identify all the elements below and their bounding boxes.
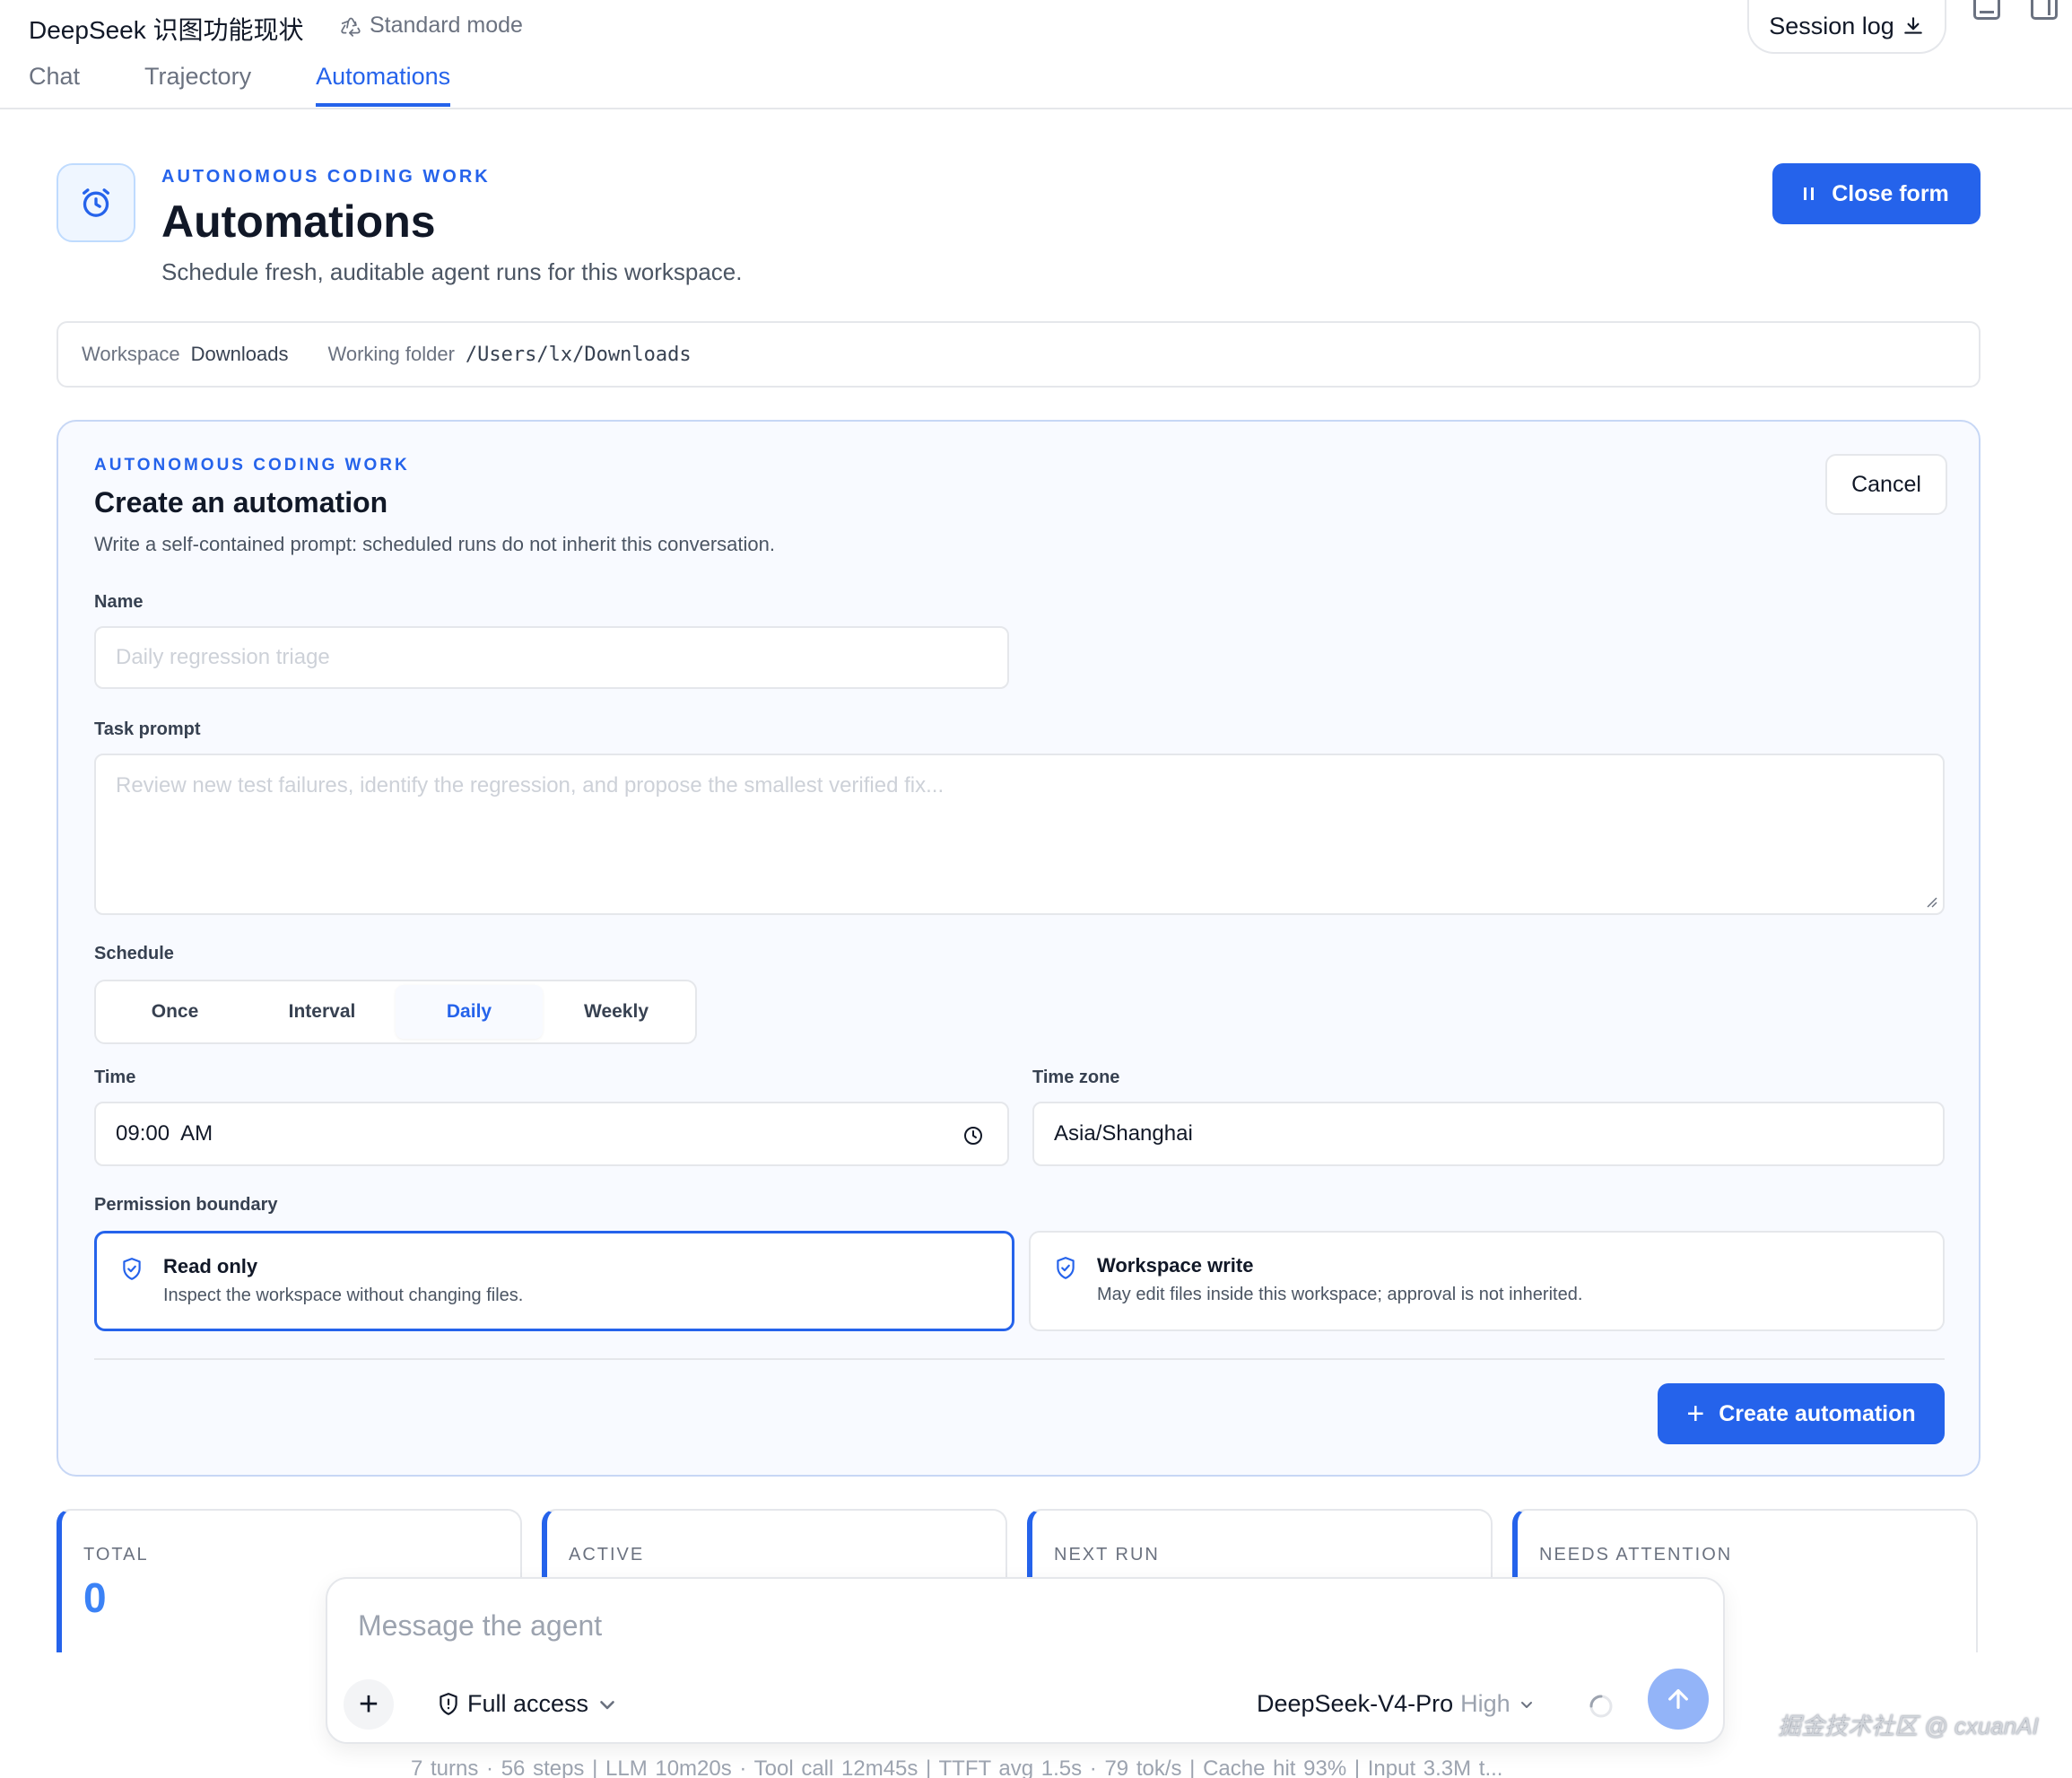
permission-label: Permission boundary (94, 1195, 278, 1215)
form-subtitle: Write a self-contained prompt: scheduled… (94, 533, 775, 555)
shield-check-icon (123, 1258, 141, 1280)
shield-alert-icon (440, 1692, 457, 1715)
access-selector[interactable]: Full access (437, 1690, 619, 1718)
task-prompt-label: Task prompt (94, 719, 201, 739)
loading-spinner-icon (1589, 1695, 1613, 1718)
page-subtitle: Schedule fresh, auditable agent runs for… (161, 258, 743, 285)
attach-button[interactable]: + (344, 1679, 394, 1730)
watermark: 掘金技术社区 @ cxuanAI (1778, 1713, 2039, 1739)
shield-check-icon (1057, 1257, 1075, 1279)
top-bar: DeepSeek 识图功能现状 Standard mode Chat Traje… (0, 0, 2072, 109)
timezone-label: Time zone (1032, 1068, 1120, 1087)
workspace-value: Downloads (190, 343, 289, 365)
form-title: Create an automation (94, 486, 388, 519)
workspace-item: Workspace Downloads (82, 343, 288, 366)
schedule-once[interactable]: Once (101, 985, 248, 1039)
form-divider (94, 1358, 1945, 1360)
mode-indicator[interactable]: Standard mode (339, 13, 523, 39)
timezone-value: Asia/Shanghai (1054, 1121, 1193, 1146)
tab-bar: Chat Trajectory Automations (29, 63, 451, 107)
recycle-icon (341, 17, 361, 37)
permission-workspace-write-title: Workspace write (1097, 1254, 1254, 1277)
resize-grip-icon[interactable] (1925, 895, 1937, 908)
model-name: DeepSeek-V4-Pro (1257, 1690, 1454, 1717)
header-eyebrow: AUTONOMOUS CODING WORK (161, 167, 491, 187)
stat-label: TOTAL (83, 1545, 149, 1564)
arrow-up-icon (1668, 1689, 1688, 1709)
close-form-button[interactable]: Close form (1772, 163, 1981, 224)
model-selector[interactable]: DeepSeek-V4-Pro High (1257, 1690, 1536, 1718)
schedule-daily[interactable]: Daily (396, 985, 543, 1039)
permission-read-only-title: Read only (163, 1255, 258, 1277)
mode-label: Standard mode (370, 13, 523, 38)
clock-icon (83, 188, 110, 217)
access-label: Full access (467, 1690, 589, 1717)
bottom-panel-toggle-icon[interactable] (1973, 0, 2000, 20)
working-folder-value: /Users/lx/Downloads (465, 344, 692, 366)
automations-badge (57, 163, 135, 242)
time-value: 09:00 AM (116, 1121, 213, 1146)
message-composer: Message the agent + Full access DeepSeek… (326, 1577, 1725, 1744)
working-folder-label: Working folder (327, 343, 455, 365)
stat-value: 0 (83, 1574, 107, 1621)
timezone-input[interactable]: Asia/Shanghai (1032, 1102, 1945, 1166)
tab-automations[interactable]: Automations (316, 63, 451, 107)
chevron-down-icon (1520, 1701, 1532, 1708)
time-label: Time (94, 1068, 136, 1087)
time-input[interactable]: 09:00 AM (94, 1102, 1009, 1166)
task-prompt-textarea[interactable]: Review new test failures, identify the r… (94, 754, 1945, 915)
session-log-button[interactable]: Session log (1747, 0, 1946, 54)
send-button[interactable] (1648, 1669, 1709, 1730)
tab-trajectory[interactable]: Trajectory (144, 63, 251, 107)
permission-read-only[interactable]: Read only Inspect the workspace without … (94, 1231, 1014, 1331)
session-log-label: Session log (1769, 12, 1894, 39)
schedule-segmented-control: Once Interval Daily Weekly (94, 980, 697, 1044)
clock-icon[interactable] (962, 1125, 984, 1146)
stat-label: NEXT RUN (1054, 1545, 1160, 1564)
schedule-label: Schedule (94, 944, 174, 963)
working-folder-item: Working folder/Users/lx/Downloads (327, 343, 691, 366)
form-eyebrow: AUTONOMOUS CODING WORK (94, 456, 410, 475)
side-panel-toggle-icon[interactable] (2031, 0, 2058, 20)
cancel-button[interactable]: Cancel (1825, 454, 1947, 515)
pause-icon (1804, 187, 1815, 200)
name-placeholder: Daily regression triage (116, 645, 330, 669)
message-input[interactable]: Message the agent (358, 1609, 602, 1643)
workspace-label: Workspace (82, 343, 180, 365)
chevron-down-icon (600, 1700, 614, 1709)
permission-workspace-write-desc: May edit files inside this workspace; ap… (1097, 1285, 1583, 1304)
download-icon (1904, 17, 1922, 34)
name-label: Name (94, 592, 144, 612)
model-effort: High (1460, 1690, 1510, 1717)
page-title: Automations (161, 196, 436, 247)
plus-icon: + (358, 1685, 379, 1723)
create-automation-button[interactable]: + Create automation (1658, 1383, 1945, 1444)
schedule-weekly[interactable]: Weekly (543, 985, 690, 1039)
permission-read-only-desc: Inspect the workspace without changing f… (163, 1286, 524, 1305)
session-stats-line: 7 turns · 56 steps | LLM 10m20s · Tool c… (411, 1756, 1503, 1778)
task-prompt-placeholder: Review new test failures, identify the r… (116, 773, 945, 797)
plus-icon: + (1686, 1397, 1705, 1431)
name-input[interactable]: Daily regression triage (94, 626, 1009, 689)
permission-workspace-write[interactable]: Workspace write May edit files inside th… (1029, 1231, 1945, 1331)
schedule-interval[interactable]: Interval (248, 985, 396, 1039)
tab-chat[interactable]: Chat (29, 63, 80, 107)
stat-label: ACTIVE (569, 1545, 645, 1564)
stat-label: NEEDS ATTENTION (1539, 1545, 1733, 1564)
create-automation-label: Create automation (1719, 1400, 1916, 1426)
workspace-info: Workspace Downloads Working folder/Users/… (57, 321, 1981, 388)
create-automation-form: AUTONOMOUS CODING WORK Create an automat… (57, 420, 1981, 1477)
close-form-label: Close form (1832, 180, 1949, 206)
app-title: DeepSeek 识图功能现状 (29, 16, 304, 44)
